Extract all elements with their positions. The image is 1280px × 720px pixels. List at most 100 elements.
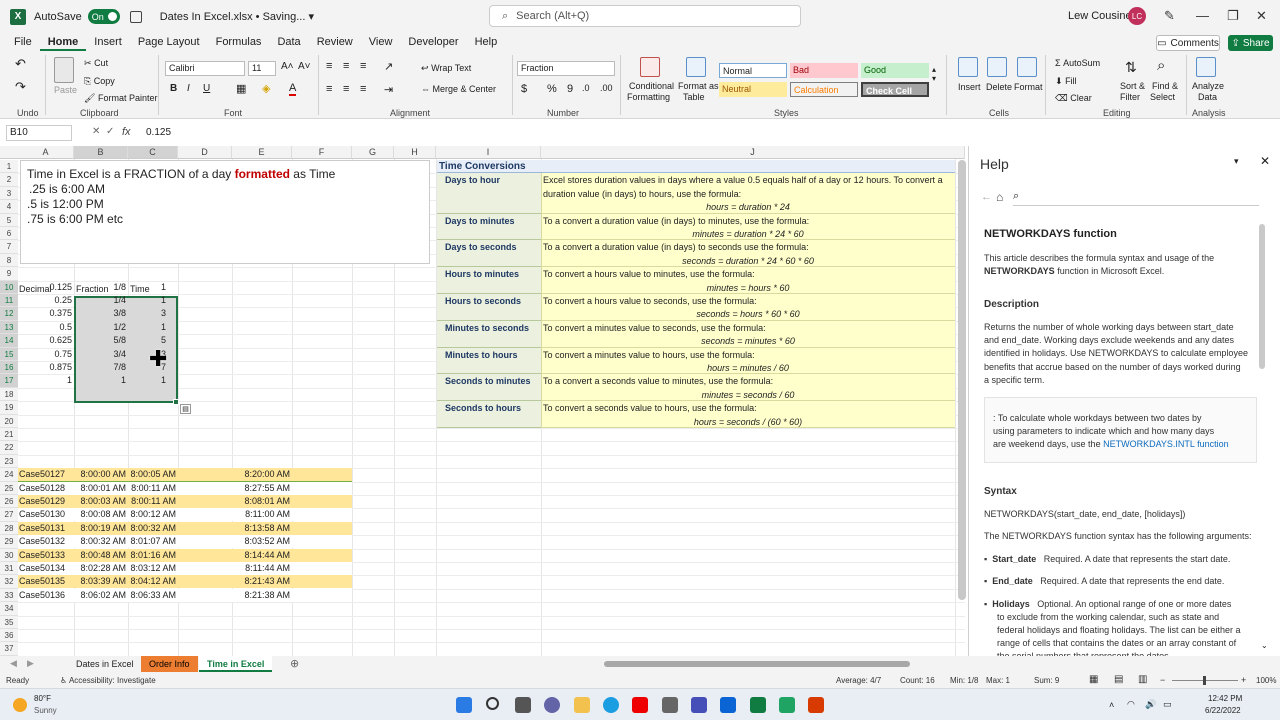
zoom-out-icon[interactable]: − [1160,675,1165,685]
calculator-icon[interactable] [662,697,678,713]
conversion-formula[interactable]: hours = duration * 24 [541,201,955,214]
column-header-d[interactable]: D [178,146,232,159]
format-as-table-label[interactable]: Format as [678,81,719,91]
worksheet-grid[interactable]: A B C D E F G H I J 1 2 3 4 5 6 7 8 9 10 11 12 13 14 1… [0,146,965,656]
case-id-cell[interactable]: Case50133 [19,549,65,562]
select-all-corner[interactable] [0,146,18,159]
decrease-font-icon[interactable]: A˅ [298,61,311,72]
merge-center-button[interactable]: ⇔ Merge & Center [421,84,496,94]
row-header-33[interactable]: 33 [0,588,18,603]
sort-filter-label2[interactable]: Filter [1120,92,1140,102]
call-answered-cell[interactable]: 8:01:16 AM [128,549,176,562]
row-header-12[interactable]: 12 [0,307,18,321]
add-sheet-icon[interactable]: ⊕ [290,657,299,670]
wifi-icon[interactable]: ◠ [1127,699,1135,710]
menu-insert[interactable]: Insert [86,33,130,51]
conversion-desc-2[interactable]: duration value (in days) to hours, use t… [543,188,741,201]
chevron-down-icon[interactable]: ▾ [1234,156,1239,167]
conversion-label[interactable]: Days to hour [445,174,500,187]
sort-filter-label[interactable]: Sort & [1120,81,1145,91]
back-arrow-icon[interactable]: ← [981,191,992,203]
row-header-24[interactable]: 24 [0,468,18,482]
fx-icon[interactable]: fx [122,126,131,138]
page-break-view-icon[interactable]: ▥ [1138,674,1147,685]
time-cell[interactable]: 1 [128,281,166,294]
note-textbox[interactable]: Time in Excel is a FRACTION of a day for… [20,160,430,264]
conversion-label[interactable]: Hours to seconds [445,295,521,308]
styles-scroll-icon[interactable]: ▴ ▾ [932,65,936,83]
cancel-entry-icon[interactable]: ✕ [92,126,100,137]
format-painter-button[interactable]: 🖌 Format Painter [84,93,157,104]
call-answered-cell[interactable]: 8:00:11 AM [128,482,176,495]
case-id-cell[interactable]: Case50134 [19,562,65,575]
conversion-desc[interactable]: To a convert a seconds value to minutes,… [543,375,773,388]
row-header-4[interactable]: 4 [0,200,18,214]
zoom-level[interactable]: 100% [1256,676,1276,685]
normal-view-icon[interactable]: ▦ [1089,674,1098,685]
close-icon[interactable]: ✕ [1256,8,1267,24]
taskbar-search-icon[interactable] [486,697,499,710]
column-header-g[interactable]: G [352,146,394,159]
call-completed-cell[interactable]: 8:21:38 AM [232,589,290,602]
find-select-icon[interactable]: ⌕ [1157,57,1165,74]
chat-icon[interactable] [544,697,560,713]
font-name-combo[interactable]: Calibri [165,61,245,76]
align-right-icon[interactable]: ≡ [360,83,366,95]
call-placed-cell[interactable]: 8:00:32 AM [74,535,126,548]
conversion-label[interactable]: Seconds to hours [445,402,521,415]
analyze-data-icon[interactable] [1196,57,1216,77]
decimal-cell[interactable]: 0.125 [18,281,72,294]
decimal-cell[interactable]: 0.75 [18,348,72,361]
style-bad[interactable]: Bad [790,63,858,78]
fill-button[interactable]: ⬇ Fill [1055,76,1077,87]
increase-decimal-icon[interactable]: .0 [582,83,590,93]
time-cell[interactable]: 1 [128,294,166,307]
orientation-icon[interactable]: ↗ [384,60,393,73]
conversion-label[interactable]: Minutes to hours [445,349,518,362]
battery-icon[interactable]: ▭ [1163,699,1172,710]
help-scrollbar-thumb[interactable] [1259,224,1265,369]
row-header-34[interactable]: 34 [0,602,18,616]
call-placed-cell[interactable]: 8:00:00 AM [74,468,126,481]
undo-icon[interactable]: ↶ [15,56,26,72]
file-explorer-icon[interactable] [574,697,590,713]
minimize-icon[interactable]: — [1196,8,1209,23]
conversion-desc[interactable]: To a convert a duration value (in days) … [543,215,809,228]
paste-icon[interactable] [54,57,74,83]
column-header-i[interactable]: I [436,146,541,159]
tab-prev-icon[interactable]: ◀ [10,658,17,669]
percent-icon[interactable]: % [547,83,557,95]
style-normal[interactable]: Normal [719,63,787,78]
currency-icon[interactable]: $ [521,83,527,95]
style-check-cell[interactable]: Check Cell [861,82,929,97]
column-header-j[interactable]: J [541,146,965,159]
comma-icon[interactable]: 9 [567,83,573,95]
font-size-combo[interactable]: 11 [248,61,276,76]
call-placed-cell[interactable]: 8:00:01 AM [74,482,126,495]
column-header-h[interactable]: H [394,146,436,159]
decimal-cell[interactable]: 1 [18,374,72,387]
menu-review[interactable]: Review [309,33,361,51]
row-header-11[interactable]: 11 [0,294,18,308]
sort-filter-icon[interactable]: ⇅ [1125,59,1137,76]
insert-cells-icon[interactable] [958,57,978,77]
call-placed-cell[interactable]: 8:02:28 AM [74,562,126,575]
help-scroll-down-icon[interactable]: ⌄ [1261,641,1268,650]
clock-time[interactable]: 12:42 PM [1208,694,1242,703]
paste-label[interactable]: Paste [54,85,77,95]
call-placed-cell[interactable]: 8:00:48 AM [74,549,126,562]
bold-icon[interactable]: B [170,83,177,94]
call-answered-cell[interactable]: 8:00:12 AM [128,508,176,521]
fraction-cell[interactable]: 1 [74,374,126,387]
edge-icon[interactable] [603,697,619,713]
borders-icon[interactable]: ▦ [236,82,246,95]
row-header-3[interactable]: 3 [0,186,18,201]
fraction-cell[interactable]: 3/8 [74,307,126,320]
row-header-10[interactable]: 10 [0,280,18,294]
vertical-scrollbar-thumb[interactable] [958,160,966,600]
conversion-formula[interactable]: seconds = duration * 24 * 60 * 60 [541,255,955,268]
copy-button[interactable]: ⎘ Copy [84,76,115,87]
format-cells-icon[interactable] [1017,57,1037,77]
row-header-37[interactable]: 37 [0,642,18,656]
row-header-30[interactable]: 30 [0,548,18,562]
